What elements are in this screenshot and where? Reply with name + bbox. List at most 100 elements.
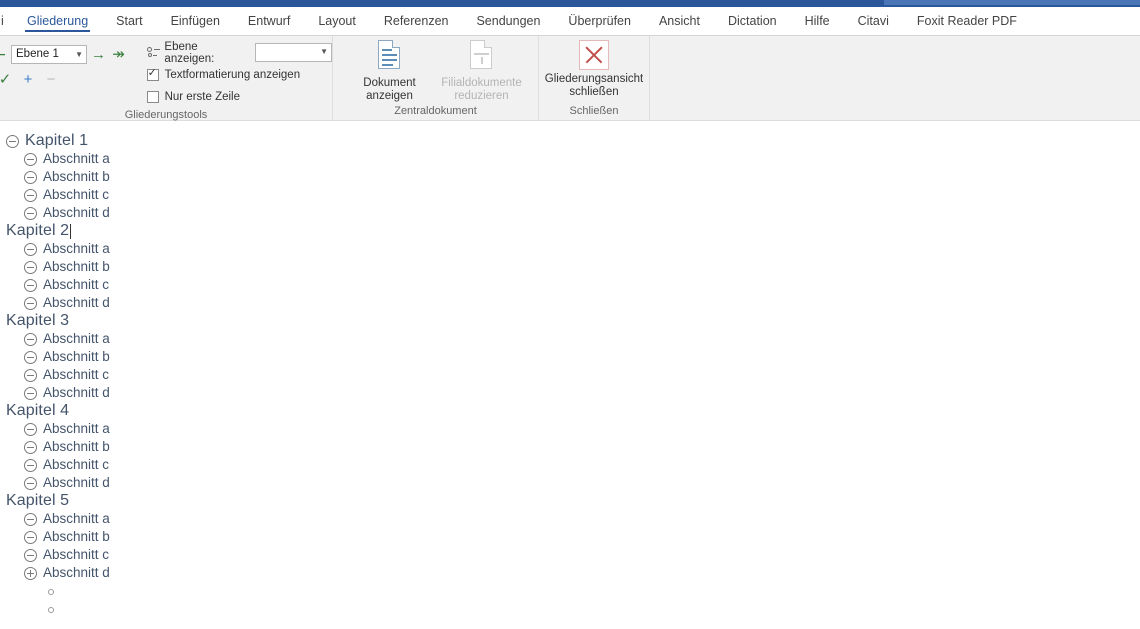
body-text-dot-icon[interactable] xyxy=(45,603,58,616)
tab-ansicht[interactable]: Ansicht xyxy=(645,14,714,35)
collapse-minus-icon[interactable] xyxy=(24,206,37,220)
outline-row[interactable]: Abschnitt a xyxy=(0,150,1140,168)
outline-row[interactable]: Abschnitt c xyxy=(0,366,1140,384)
outline-row[interactable]: Abschnitt d xyxy=(0,564,1140,582)
collapse-minus-icon[interactable] xyxy=(24,242,37,256)
demote-arrow-icon[interactable]: → xyxy=(90,47,107,62)
collapse-minus-icon[interactable] xyxy=(24,260,37,274)
outline-row[interactable]: Abschnitt a xyxy=(0,510,1140,528)
collapse-minus-icon[interactable] xyxy=(24,512,37,526)
first-line-only-row[interactable]: Nur erste Zeile xyxy=(146,87,332,106)
collapse-minus-icon[interactable] xyxy=(24,368,37,382)
show-text-formatting-label: Textformatierung anzeigen xyxy=(164,68,301,81)
tab-einf-gen[interactable]: Einfügen xyxy=(157,14,234,35)
collapse-minus-icon[interactable] xyxy=(24,458,37,472)
collapse-minus-icon[interactable] xyxy=(24,548,37,562)
expand-plus-icon[interactable] xyxy=(24,566,37,580)
first-line-only-checkbox[interactable] xyxy=(146,90,159,103)
chevron-down-icon[interactable]: ▼ xyxy=(75,50,83,59)
collapse-minus-icon[interactable] xyxy=(24,476,37,490)
ribbon-tabs: i Gliederung Start Einfügen Entwurf Layout Re… xyxy=(0,7,1140,35)
show-text-formatting-row[interactable]: Textformatierung anzeigen xyxy=(146,65,332,84)
outline-document-area[interactable]: Kapitel 1 Abschnitt a Abschnitt b Abschnitt… xyxy=(0,121,1140,629)
chevron-down-icon[interactable]: ▼ xyxy=(320,47,328,56)
outline-row-text: Abschnitt d xyxy=(43,475,110,490)
outline-row[interactable]: Abschnitt d xyxy=(0,384,1140,402)
collapse-minus-icon[interactable] xyxy=(24,440,37,454)
collapse-minus-icon[interactable] xyxy=(24,530,37,544)
collapse-minus-icon[interactable] xyxy=(24,278,37,292)
outline-row-text: Kapitel 1 xyxy=(25,132,89,149)
outline-row[interactable]: Abschnitt b xyxy=(0,438,1140,456)
show-text-formatting-checkbox[interactable] xyxy=(146,67,159,81)
outline-row-text: Abschnitt b xyxy=(43,259,110,274)
outline-row[interactable]: Abschnitt b xyxy=(0,168,1140,186)
tab-foxit-reader-pdf[interactable]: Foxit Reader PDF xyxy=(903,14,1031,35)
tab-hilfe[interactable]: Hilfe xyxy=(791,14,844,35)
tab--berpr-fen[interactable]: Überprüfen xyxy=(554,14,645,35)
collapse-minus-icon[interactable] xyxy=(24,332,37,346)
show-level-label: Ebene anzeigen: xyxy=(164,40,215,65)
demote-to-body-icon[interactable]: ↠ xyxy=(110,47,127,62)
show-document-label-line2: anzeigen xyxy=(366,90,413,102)
collapse-minus-icon[interactable] xyxy=(6,134,19,148)
body-text-dot-icon[interactable] xyxy=(45,585,58,598)
tab-citavi[interactable]: Citavi xyxy=(844,14,903,35)
outline-row-text: Abschnitt a xyxy=(43,151,110,166)
tab-gliederung[interactable]: Gliederung xyxy=(13,14,102,35)
close-x-icon xyxy=(579,40,609,70)
tab-sendungen[interactable]: Sendungen xyxy=(462,14,554,35)
show-document-button[interactable]: Dokument anzeigen xyxy=(348,40,432,103)
tab-layout[interactable]: Layout xyxy=(304,14,370,35)
collapse-minus-icon[interactable] xyxy=(24,152,37,166)
promote-to-heading1-icon[interactable]: ⇤ xyxy=(0,46,8,62)
outline-row-text: Abschnitt b xyxy=(43,169,110,184)
outline-row[interactable]: Abschnitt c xyxy=(0,546,1140,564)
collapse-minus-icon[interactable] xyxy=(24,386,37,400)
outline-row[interactable]: Abschnitt d xyxy=(0,474,1140,492)
outline-row[interactable]: Abschnitt c xyxy=(0,186,1140,204)
tab-label: Start xyxy=(116,14,143,28)
collapse-button[interactable]: − xyxy=(44,72,58,87)
outline-row[interactable]: Abschnitt d xyxy=(0,294,1140,312)
outline-row[interactable]: Kapitel 4 xyxy=(0,402,1140,420)
outline-row[interactable]: Kapitel 1 xyxy=(0,132,1140,150)
outline-level-value: Ebene 1 xyxy=(16,48,59,60)
tab-file-clipped[interactable]: i xyxy=(0,14,13,35)
outline-row[interactable]: Kapitel 2 xyxy=(0,222,1140,240)
outline-row[interactable]: Abschnitt a xyxy=(0,420,1140,438)
outline-row[interactable]: Abschnitt b xyxy=(0,258,1140,276)
collapse-minus-icon[interactable] xyxy=(24,422,37,436)
tab-label: Referenzen xyxy=(383,14,449,28)
tab-entwurf[interactable]: Entwurf xyxy=(234,14,304,35)
outline-level-select[interactable]: Ebene 1 ▼ xyxy=(11,44,87,64)
outline-row[interactable] xyxy=(0,582,1140,600)
outline-row[interactable]: Abschnitt b xyxy=(0,528,1140,546)
collapse-minus-icon[interactable] xyxy=(24,296,37,310)
outline-row[interactable]: Abschnitt b xyxy=(0,348,1140,366)
collapse-minus-icon[interactable] xyxy=(24,170,37,184)
outline-row-text: Kapitel 2 xyxy=(6,222,70,239)
outline-row[interactable]: Abschnitt c xyxy=(0,276,1140,294)
outline-row[interactable] xyxy=(0,600,1140,618)
outline-row[interactable]: Abschnitt d xyxy=(0,204,1140,222)
tab-label: Layout xyxy=(318,14,356,28)
outline-row[interactable]: Abschnitt a xyxy=(0,330,1140,348)
collapse-minus-icon[interactable] xyxy=(24,188,37,202)
outline-row[interactable]: Kapitel 3 xyxy=(0,312,1140,330)
title-bar xyxy=(0,0,1140,7)
show-level-combo[interactable]: ▼ xyxy=(254,43,333,62)
tab-referenzen[interactable]: Referenzen xyxy=(370,14,463,35)
outline-row[interactable]: Abschnitt a xyxy=(0,240,1140,258)
close-outline-view-button[interactable]: Gliederungsansicht schließen xyxy=(542,40,646,99)
ribbon-group-outline-tools: ⇤ Ebene 1 ▼ → ↠ ✓ + − xyxy=(0,36,333,121)
tab-start[interactable]: Start xyxy=(102,14,156,35)
outline-row[interactable]: Abschnitt c xyxy=(0,456,1140,474)
expand-button[interactable]: + xyxy=(21,72,35,87)
text-caret xyxy=(70,223,72,239)
collapse-minus-icon[interactable] xyxy=(24,350,37,364)
move-up-icon[interactable]: ✓ xyxy=(0,72,12,87)
outline-row[interactable]: Kapitel 5 xyxy=(0,492,1140,510)
outline-row-text: Abschnitt b xyxy=(43,349,110,364)
tab-dictation[interactable]: Dictation xyxy=(714,14,791,35)
